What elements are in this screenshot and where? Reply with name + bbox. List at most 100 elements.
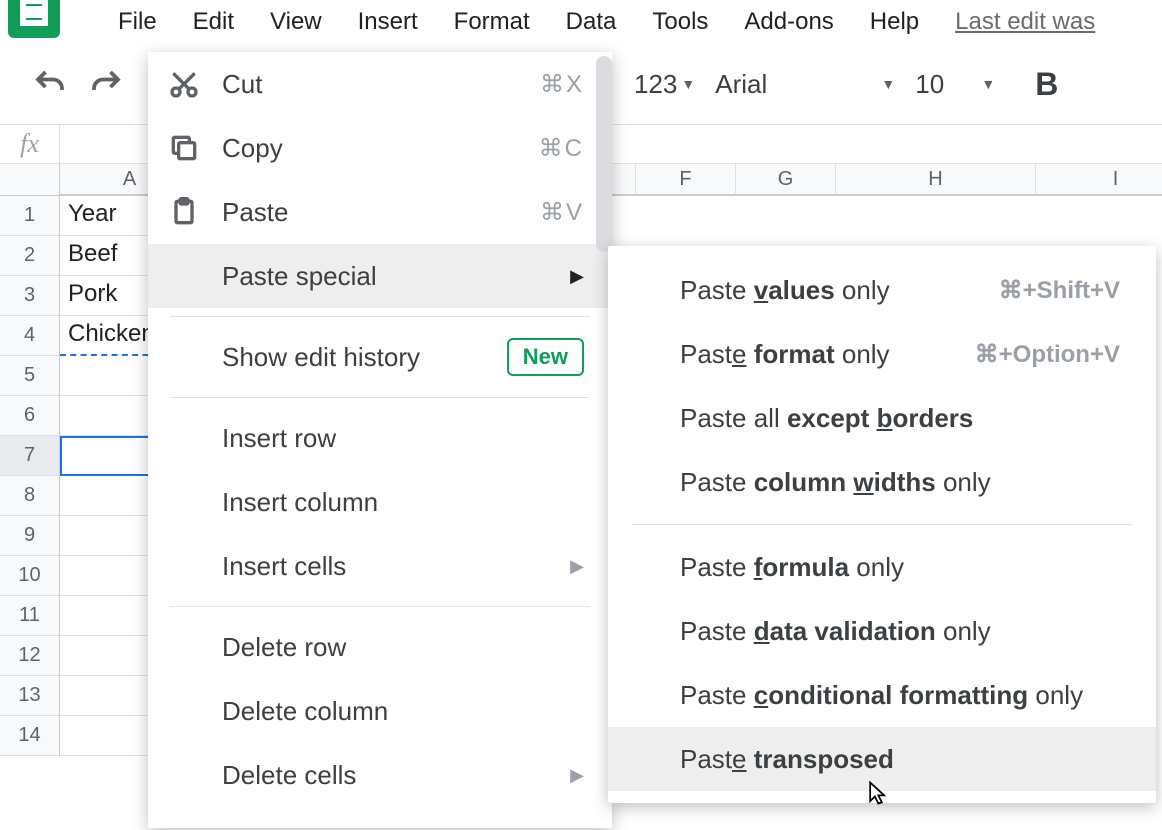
divider [632,524,1132,525]
menu-cut-label: Cut [222,69,518,100]
row-header[interactable]: 4 [0,316,59,356]
select-all-corner[interactable] [0,164,60,196]
submenu-paste-except-borders[interactable]: Paste all except borders [608,386,1156,450]
paste-icon [168,196,200,228]
context-menu: Cut ⌘X Copy ⌘C Paste ⌘V Paste special ▶ … [148,52,612,828]
submenu-label: Paste conditional formatting only [680,680,1120,711]
last-edit-link[interactable]: Last edit was [955,8,1095,36]
submenu-paste-column-widths[interactable]: Paste column widths only [608,450,1156,514]
row-header[interactable]: 14 [0,716,59,756]
submenu-paste-conditional-formatting[interactable]: Paste conditional formatting only [608,663,1156,727]
divider [170,606,590,607]
bold-button[interactable]: B [1035,66,1058,103]
menu-paste[interactable]: Paste ⌘V [148,180,612,244]
fx-icon: fx [0,125,60,163]
col-header[interactable]: H [836,164,1036,195]
scrollbar[interactable] [596,56,612,252]
divider [170,397,590,398]
submenu-paste-values[interactable]: Paste values only ⌘+Shift+V [608,258,1156,322]
caret-down-icon: ▼ [981,76,995,92]
menu-delete-row[interactable]: Delete row [148,615,612,679]
font-size-label: 10 [915,69,944,100]
font-size-dropdown[interactable]: 10 ▼ [915,69,995,100]
menu-delete-col-label: Delete column [222,696,584,727]
divider [170,316,590,317]
chevron-right-icon: ▶ [570,556,584,577]
submenu-label: Paste data validation only [680,616,1120,647]
chevron-right-icon: ▶ [570,765,584,786]
menu-file[interactable]: File [100,2,175,42]
font-dropdown[interactable]: Arial ▼ [715,69,895,100]
menu-insert-cells[interactable]: Insert cells ▶ [148,534,612,598]
row-header[interactable]: 11 [0,596,59,636]
menu-cut[interactable]: Cut ⌘X [148,52,612,116]
menu-insert-col-label: Insert column [222,487,584,518]
menu-paste-label: Paste [222,197,518,228]
paste-special-submenu: Paste values only ⌘+Shift+V Paste format… [608,246,1156,803]
new-badge: New [507,338,584,376]
menu-insert[interactable]: Insert [340,2,436,42]
shortcut: ⌘+Option+V [975,340,1120,369]
menu-insert-row[interactable]: Insert row [148,406,612,470]
shortcut: ⌘V [540,198,584,227]
row-header[interactable]: 13 [0,676,59,716]
submenu-paste-data-validation[interactable]: Paste data validation only [608,599,1156,663]
number-format-dropdown[interactable]: 123 ▼ [634,69,695,100]
blank-icon [168,422,200,454]
chevron-right-icon: ▶ [570,266,584,287]
blank-icon [168,759,200,791]
submenu-label: Paste values only [680,275,999,306]
row-header[interactable]: 12 [0,636,59,676]
row-header[interactable]: 6 [0,396,59,436]
blank-icon [168,631,200,663]
redo-icon[interactable] [88,66,124,102]
menu-paste-special-label: Paste special [222,261,548,292]
copy-icon [168,132,200,164]
cut-icon [168,68,200,100]
row-header[interactable]: 9 [0,516,59,556]
menu-help[interactable]: Help [852,2,937,42]
row-header[interactable]: 7 [0,436,59,476]
menu-show-edit-history[interactable]: Show edit history New [148,325,612,389]
row-headers: 1 2 3 4 5 6 7 8 9 10 11 12 13 14 [0,196,60,756]
menu-copy-label: Copy [222,133,517,164]
blank-icon [168,486,200,518]
menu-bar: File Edit View Insert Format Data Tools … [0,0,1162,44]
col-header[interactable]: I [1036,164,1162,195]
menu-show-edit-label: Show edit history [222,342,485,373]
menu-format[interactable]: Format [436,2,548,42]
menu-delete-cells[interactable]: Delete cells ▶ [148,743,612,807]
sheets-logo-icon [8,0,60,38]
blank-icon [168,341,200,373]
submenu-paste-format[interactable]: Paste format only ⌘+Option+V [608,322,1156,386]
menu-data[interactable]: Data [548,2,635,42]
menu-paste-special[interactable]: Paste special ▶ [148,244,612,308]
submenu-paste-transposed[interactable]: Paste transposed [608,727,1156,791]
menu-insert-column[interactable]: Insert column [148,470,612,534]
menu-tools[interactable]: Tools [634,2,726,42]
font-label: Arial [715,69,767,100]
row-header[interactable]: 3 [0,276,59,316]
row-header[interactable]: 5 [0,356,59,396]
submenu-paste-formula[interactable]: Paste formula only [608,535,1156,599]
menu-delete-row-label: Delete row [222,632,584,663]
col-header[interactable]: F [636,164,736,195]
menu-copy[interactable]: Copy ⌘C [148,116,612,180]
row-header[interactable]: 8 [0,476,59,516]
row-header[interactable]: 10 [0,556,59,596]
shortcut: ⌘+Shift+V [999,276,1120,305]
row-header[interactable]: 2 [0,236,59,276]
submenu-label: Paste transposed [680,744,1120,775]
menu-addons[interactable]: Add-ons [726,2,851,42]
menu-edit[interactable]: Edit [175,2,252,42]
menu-delete-column[interactable]: Delete column [148,679,612,743]
row-header[interactable]: 1 [0,196,59,236]
menu-view[interactable]: View [252,2,340,42]
menu-insert-cells-label: Insert cells [222,551,548,582]
menu-delete-cells-label: Delete cells [222,760,548,791]
col-header[interactable]: G [736,164,836,195]
undo-icon[interactable] [32,66,68,102]
submenu-label: Paste formula only [680,552,1120,583]
blank-icon [168,695,200,727]
shortcut: ⌘X [540,70,584,99]
